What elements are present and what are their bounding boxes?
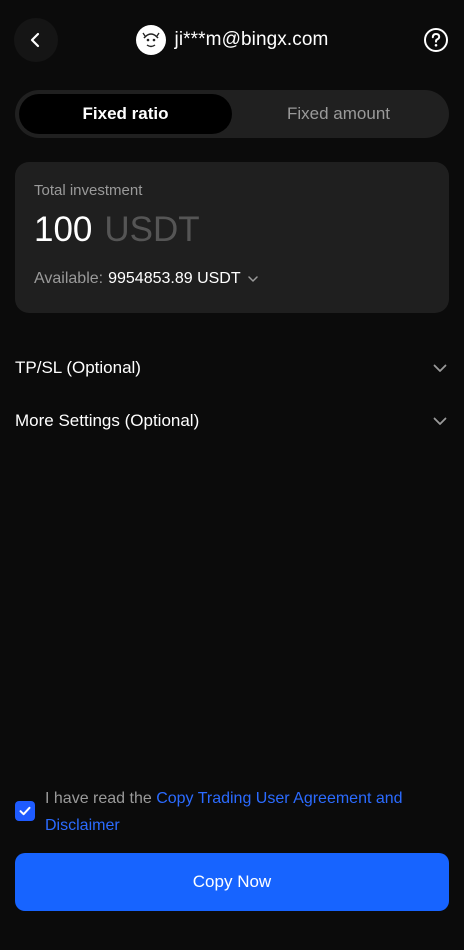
avatar-icon	[138, 28, 163, 52]
checkmark-icon	[19, 806, 31, 816]
more-settings-title: More Settings (Optional)	[15, 411, 200, 430]
agreement-text: I have read the Copy Trading User Agreem…	[45, 785, 449, 839]
chevron-left-icon	[30, 32, 40, 48]
question-circle-icon	[424, 28, 448, 52]
avatar	[135, 25, 166, 55]
help-button[interactable]	[423, 27, 449, 53]
tpsl-section[interactable]: TP/SL (Optional)	[15, 352, 449, 384]
tpsl-title: TP/SL (Optional)	[15, 358, 141, 377]
available-label: Available:	[34, 270, 104, 287]
copy-now-button[interactable]: Copy Now	[15, 853, 449, 911]
more-settings-section[interactable]: More Settings (Optional)	[15, 405, 449, 437]
investment-card: Total investment 100 USDT Available: 995…	[15, 162, 449, 313]
amount-row: 100 USDT	[34, 210, 200, 254]
investment-amount-input[interactable]: 100	[34, 210, 92, 250]
mode-tabs: Fixed ratio Fixed amount	[15, 90, 449, 138]
agreement-prefix: I have read the	[45, 790, 157, 807]
investment-unit: USDT	[104, 210, 200, 249]
tab-fixed-ratio[interactable]: Fixed ratio	[19, 94, 232, 134]
chevron-down-icon	[433, 364, 447, 372]
chevron-down-icon	[433, 417, 447, 425]
agreement-row: I have read the Copy Trading User Agreem…	[15, 785, 449, 839]
agreement-checkbox[interactable]	[15, 801, 35, 821]
tab-fixed-amount[interactable]: Fixed amount	[232, 94, 445, 134]
header: ji***m@bingx.com	[0, 0, 464, 80]
available-value: 9954853.89 USDT	[108, 270, 241, 287]
account-email: ji***m@bingx.com	[174, 29, 329, 50]
chevron-down-icon	[247, 276, 258, 282]
available-balance-selector[interactable]: Available: 9954853.89 USDT	[34, 270, 260, 288]
investment-label: Total investment	[34, 182, 143, 199]
back-button[interactable]	[14, 18, 58, 62]
account-header: ji***m@bingx.com	[0, 24, 464, 56]
